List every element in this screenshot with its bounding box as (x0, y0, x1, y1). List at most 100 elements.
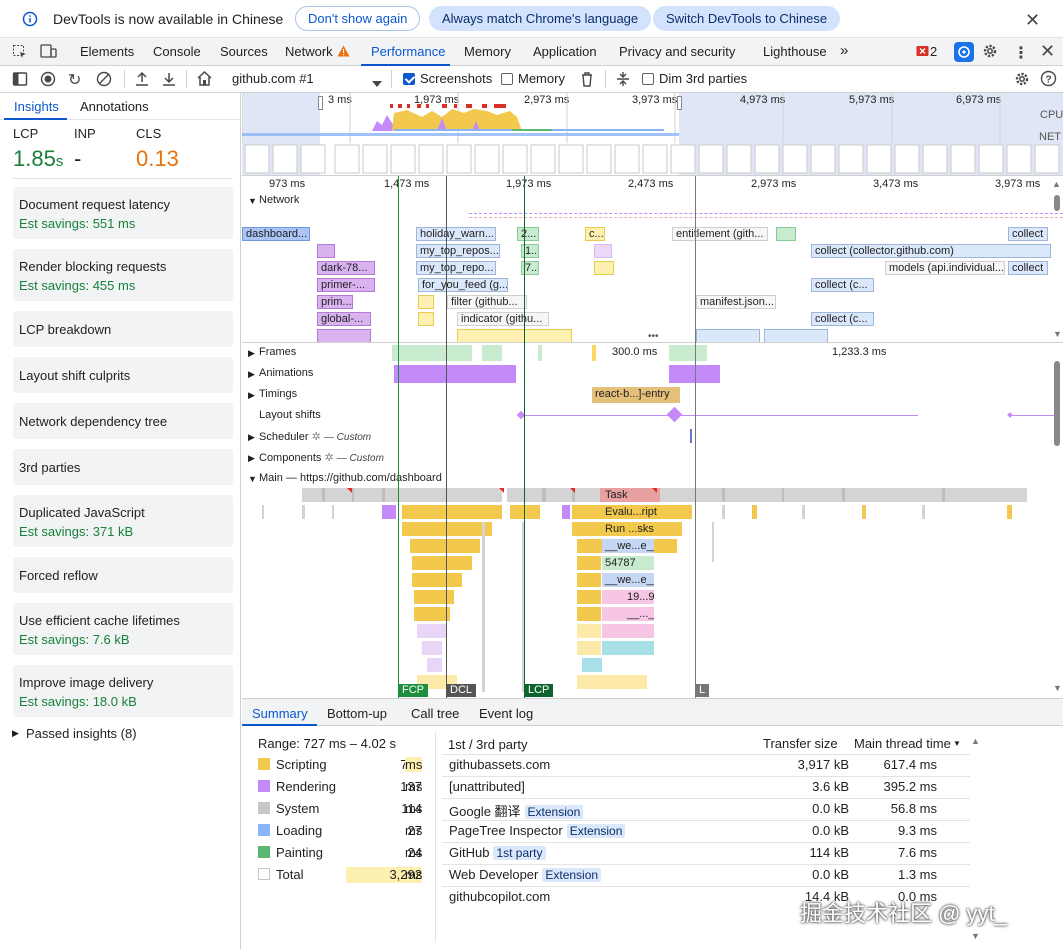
tab-call-tree[interactable]: Call tree (411, 706, 459, 721)
network-request[interactable]: collect (c... (811, 278, 874, 292)
tab-event-log[interactable]: Event log (479, 706, 533, 721)
tab-lighthouse[interactable]: Lighthouse (763, 44, 827, 59)
switch-chinese-button[interactable]: Switch DevTools to Chinese (653, 6, 841, 31)
close-devtools-icon[interactable]: ✕ (1040, 41, 1055, 62)
insight-render-blocking-requests[interactable]: Render blocking requests Est savings: 45… (13, 249, 233, 301)
timeline-tracks[interactable]: ▶ Frames 300.0 ms 1,233.3 ms ▶ Animation… (242, 343, 1063, 698)
checkbox-unchecked-icon[interactable] (642, 73, 654, 85)
triangle-down-icon[interactable]: ▼ (248, 474, 257, 484)
network-request[interactable] (418, 312, 434, 326)
insight-layout-shift-culprits[interactable]: Layout shift culprits (13, 357, 233, 393)
cls-value[interactable]: 0.13 (136, 146, 179, 172)
dim-3rd-parties-checkbox[interactable]: Dim 3rd parties (642, 71, 747, 86)
tab-summary[interactable]: Summary (252, 706, 308, 721)
record-icon[interactable] (40, 71, 56, 87)
tab-network[interactable]: Network (285, 44, 333, 59)
upload-icon[interactable] (134, 71, 150, 87)
flame-module[interactable]: 54787 (602, 556, 654, 570)
tab-application[interactable]: Application (533, 44, 597, 59)
network-request[interactable]: collect (collector.github.com) (811, 244, 1051, 258)
flame-module[interactable]: 19...9 (624, 590, 654, 604)
network-request[interactable]: models (api.individual... (885, 261, 1005, 275)
triangle-right-icon[interactable]: ▶ (248, 348, 255, 359)
match-language-button[interactable]: Always match Chrome's language (429, 6, 652, 31)
flame-module[interactable]: __..._ (624, 607, 654, 621)
tab-insights[interactable]: Insights (14, 99, 59, 114)
tab-bottom-up[interactable]: Bottom-up (327, 706, 387, 721)
chevron-down-icon[interactable] (372, 76, 382, 90)
timeline-overview[interactable]: 3 ms 1,973 ms 2,973 ms 3,973 ms 4,973 ms… (242, 93, 1063, 176)
insight-document-request-latency[interactable]: Document request latency Est savings: 55… (13, 187, 233, 239)
load-marker[interactable]: L (695, 684, 710, 697)
tab-privacy-security[interactable]: Privacy and security (619, 44, 735, 59)
error-icon[interactable] (916, 45, 929, 61)
resize-dots-icon[interactable]: ••• (648, 331, 659, 342)
network-request[interactable] (317, 244, 335, 258)
network-request[interactable]: primer-... (317, 278, 375, 292)
network-request[interactable]: filter (github... (447, 295, 527, 309)
network-request[interactable] (696, 329, 760, 342)
close-icon[interactable]: ✕ (1025, 10, 1040, 31)
dcl-marker[interactable]: DCL (446, 684, 477, 697)
network-request[interactable] (594, 261, 614, 275)
settings-icon[interactable] (982, 43, 998, 59)
layout-shift-marker[interactable] (1007, 412, 1013, 418)
flame-webpack-require[interactable]: __we...e__ (602, 539, 654, 553)
more-tabs-icon[interactable]: » (840, 42, 848, 59)
network-request[interactable] (764, 329, 828, 342)
triangle-right-icon[interactable]: ▶ (248, 432, 255, 443)
network-request[interactable]: 2... (517, 227, 539, 241)
download-icon[interactable] (161, 71, 177, 87)
network-request[interactable] (594, 244, 612, 258)
device-toolbar-icon[interactable] (40, 44, 57, 59)
triangle-right-icon[interactable]: ▶ (248, 453, 255, 464)
triangle-right-icon[interactable]: ▶ (248, 390, 255, 401)
scheduler-mark[interactable] (690, 429, 692, 443)
help-icon[interactable]: ? (1040, 70, 1057, 87)
column-header-transfer[interactable]: Transfer size (763, 736, 838, 751)
network-request[interactable]: collect (1008, 227, 1048, 241)
column-header-party[interactable]: 1st / 3rd party (448, 737, 527, 752)
tab-elements[interactable]: Elements (80, 44, 134, 59)
memory-checkbox[interactable]: Memory (501, 71, 565, 86)
tab-sources[interactable]: Sources (220, 44, 268, 59)
inspect-element-icon[interactable] (12, 44, 28, 60)
network-request[interactable]: collect (c... (811, 312, 874, 326)
screenshots-checkbox[interactable]: Screenshots (403, 71, 492, 86)
collapse-tracks-icon[interactable] (616, 71, 630, 87)
checkbox-checked-icon[interactable] (403, 73, 415, 85)
tab-annotations[interactable]: Annotations (80, 99, 149, 114)
network-track[interactable]: ▼ Network dashboard... holiday_warn... 2… (242, 193, 1063, 343)
network-request[interactable]: my_top_repos... (416, 244, 500, 258)
layout-shift-marker[interactable] (666, 406, 683, 423)
insight-forced-reflow[interactable]: Forced reflow (13, 557, 233, 593)
network-request[interactable]: manifest.json... (696, 295, 776, 309)
sort-desc-icon[interactable]: ▼ (953, 739, 961, 748)
checkbox-unchecked-icon[interactable] (501, 73, 513, 85)
scroll-down-icon[interactable]: ▼ (1053, 683, 1062, 693)
triangle-down-icon[interactable]: ▼ (248, 196, 257, 206)
network-request[interactable]: c... (585, 227, 605, 241)
dont-show-again-button[interactable]: Don't show again (295, 6, 421, 31)
animation-bar[interactable] (394, 365, 516, 383)
network-request[interactable]: entitlement (gith... (672, 227, 768, 241)
sidebar-toggle-icon[interactable] (12, 71, 28, 87)
insight-cache-lifetimes[interactable]: Use efficient cache lifetimes Est saving… (13, 603, 233, 655)
network-request[interactable] (317, 329, 371, 342)
flame-evaluate-script[interactable]: Evalu...ript (602, 505, 692, 519)
recording-select[interactable]: github.com #1 (232, 71, 314, 86)
network-request[interactable]: for_you_feed (g... (418, 278, 508, 292)
scroll-up-icon[interactable]: ▲ (1052, 179, 1061, 189)
scroll-up-icon[interactable]: ▲ (971, 736, 980, 746)
capture-settings-icon[interactable] (1014, 71, 1030, 87)
reload-record-icon[interactable]: ↻ (68, 70, 81, 90)
lcp-marker[interactable]: LCP (524, 684, 554, 697)
flame-run-microtasks[interactable]: Run ...sks (602, 522, 682, 536)
network-request[interactable]: dashboard... (242, 227, 310, 241)
network-request[interactable]: prim... (317, 295, 353, 309)
lcp-value[interactable]: 1.85s (13, 146, 63, 172)
insight-image-delivery[interactable]: Improve image delivery Est savings: 18.0… (13, 665, 233, 717)
scrollbar-thumb[interactable] (1054, 195, 1060, 211)
network-request[interactable]: indicator (githu... (457, 312, 549, 326)
triangle-right-icon[interactable]: ▶ (248, 369, 255, 380)
